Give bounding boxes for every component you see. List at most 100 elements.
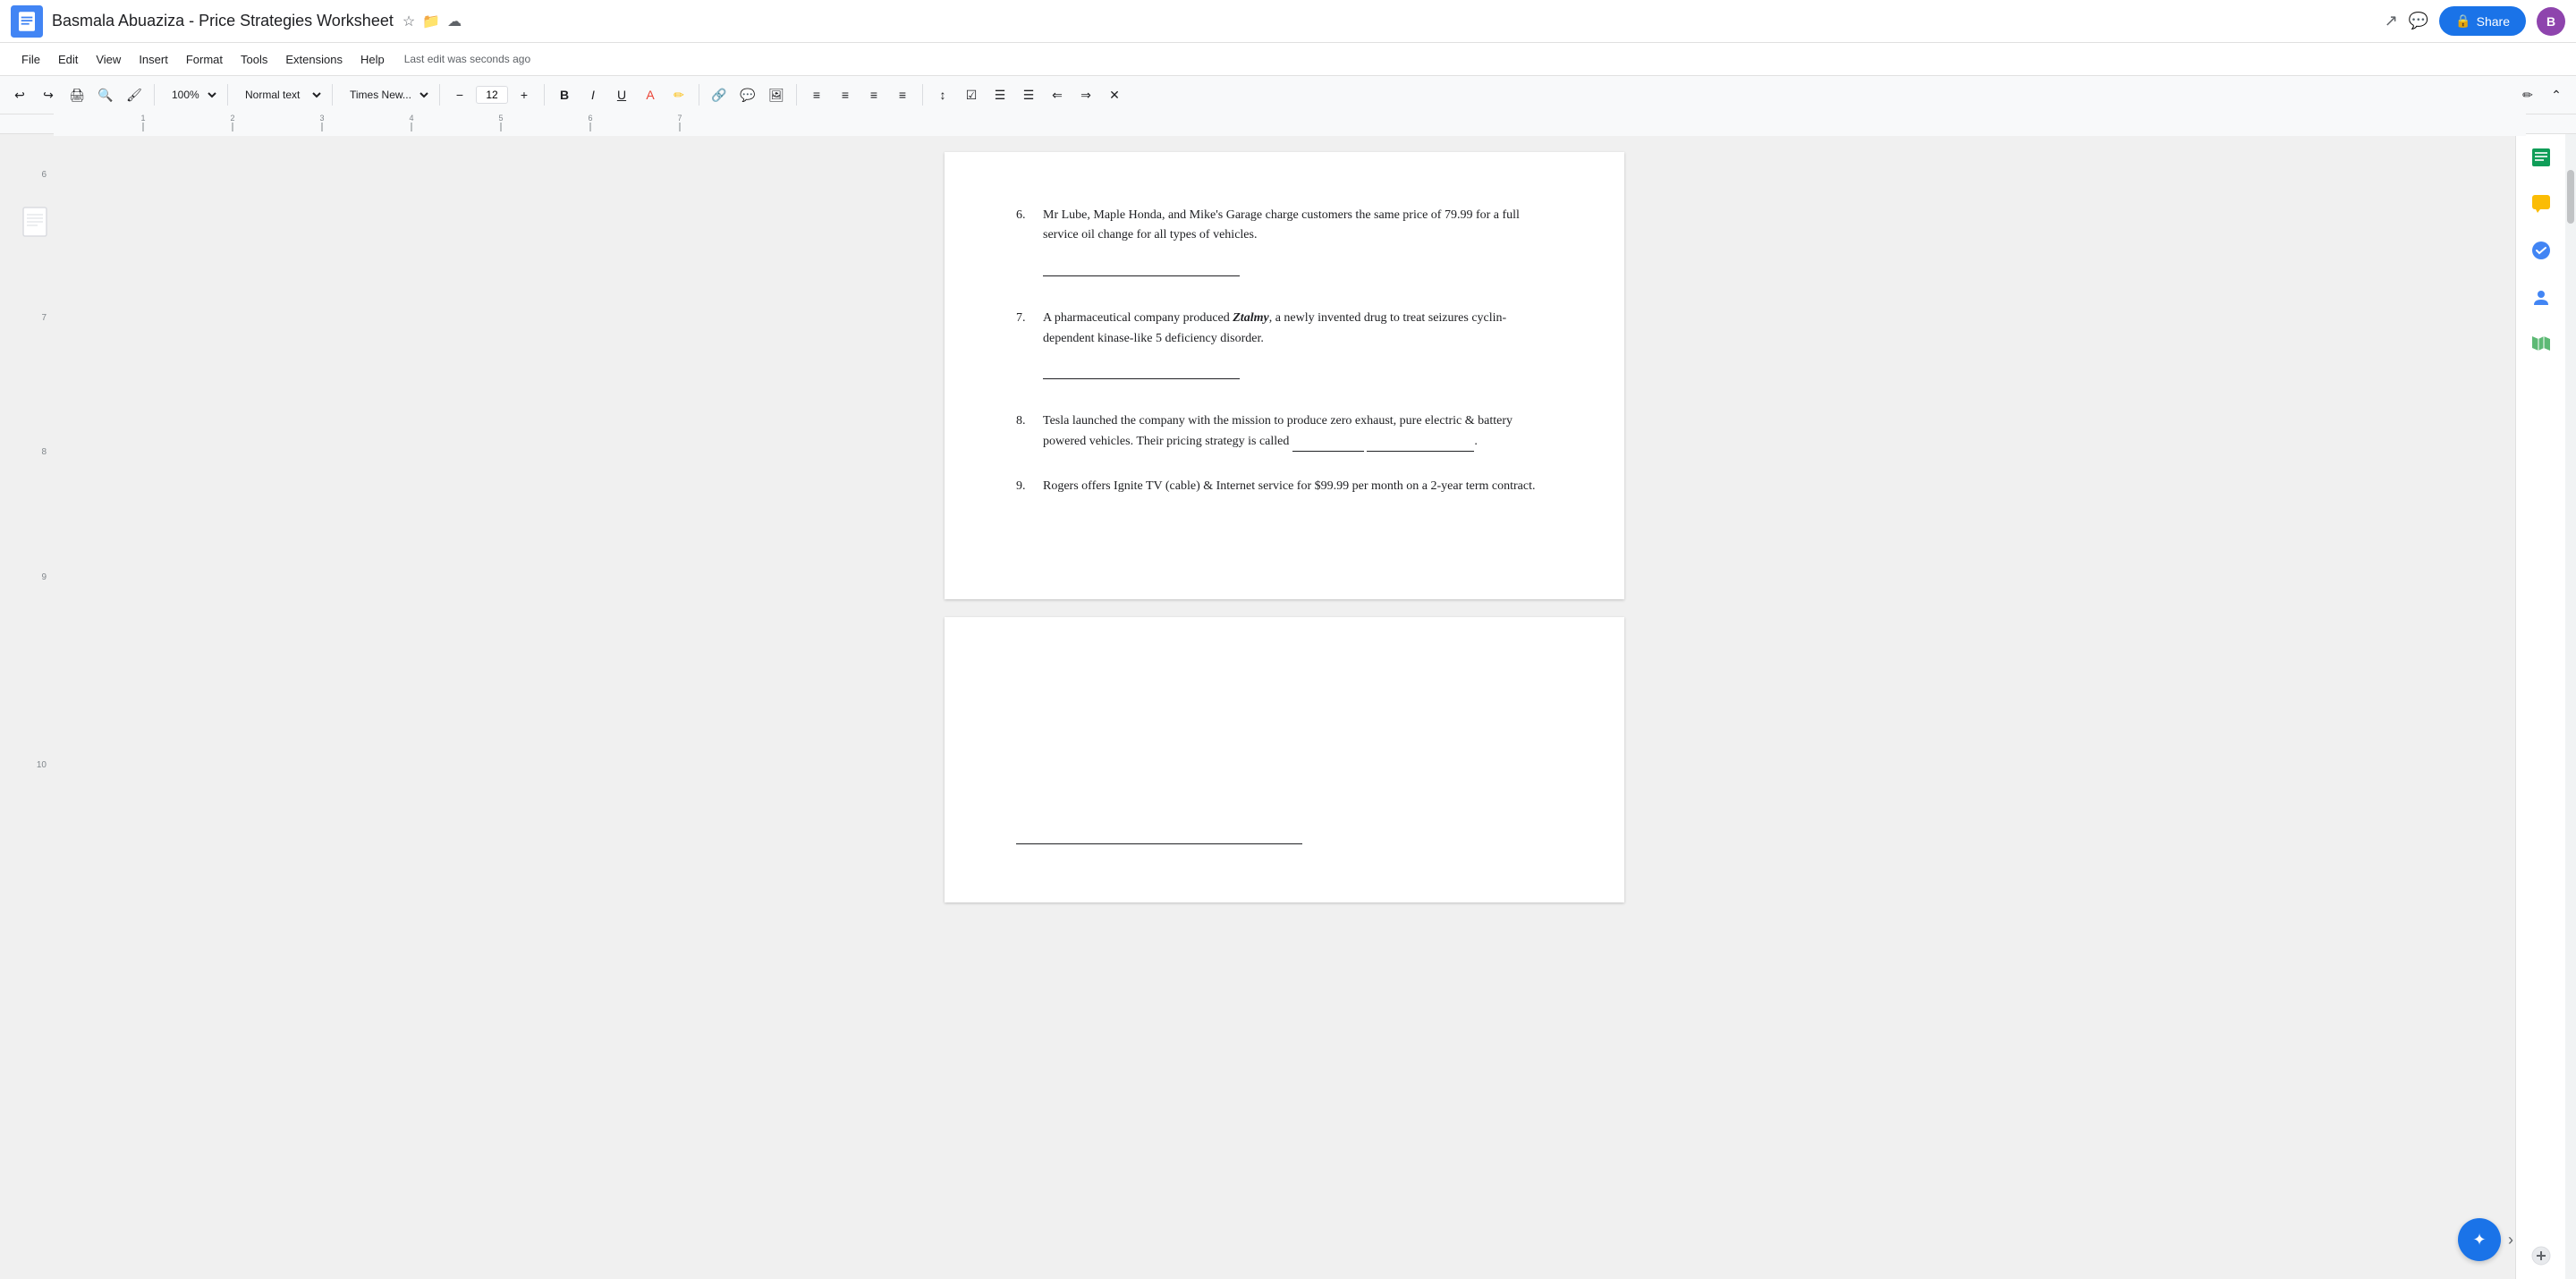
font-size-increase-button[interactable]: + xyxy=(512,82,537,107)
page-marker-7: 7 xyxy=(41,313,47,323)
menu-insert[interactable]: Insert xyxy=(131,49,175,70)
bold-button[interactable]: B xyxy=(552,82,577,107)
separator-8 xyxy=(922,84,923,106)
clear-format-button[interactable]: ✕ xyxy=(1102,82,1127,107)
main-layout: 6 7 8 9 10 6. Mr Lube, Maple Honda, and … xyxy=(0,134,2576,1279)
font-select[interactable]: Times New... Arial xyxy=(340,81,432,108)
page-marker-10: 10 xyxy=(37,760,47,770)
page-marker-8: 8 xyxy=(41,447,47,457)
text-style-select[interactable]: Normal text Heading 1 Heading 2 xyxy=(235,81,325,108)
collapse-toolbar-button[interactable]: ⌃ xyxy=(2544,82,2569,107)
undo-button[interactable]: ↩ xyxy=(7,82,32,107)
separator-7 xyxy=(796,84,797,106)
bottom-right-controls: ✦ › xyxy=(2458,1218,2513,1261)
bullet-list-button[interactable]: ☰ xyxy=(987,82,1013,107)
decrease-indent-button[interactable]: ⇐ xyxy=(1045,82,1070,107)
menu-view[interactable]: View xyxy=(89,49,128,70)
increase-indent-button[interactable]: ⇒ xyxy=(1073,82,1098,107)
answer-line-6 xyxy=(1043,260,1240,276)
list-item: 7. A pharmaceutical company produced Zta… xyxy=(1016,309,1553,386)
svg-text:7: 7 xyxy=(677,114,682,123)
sidebar-chat-icon[interactable] xyxy=(2525,188,2557,220)
list-item: 9. Rogers offers Ignite TV (cable) & Int… xyxy=(1016,477,1553,496)
page-2 xyxy=(945,617,1624,902)
svg-text:3: 3 xyxy=(319,114,324,123)
expand-icon[interactable]: › xyxy=(2508,1231,2513,1249)
menu-format[interactable]: Format xyxy=(179,49,230,70)
underline-button[interactable]: U xyxy=(609,82,634,107)
item-number-9: 9. xyxy=(1016,477,1043,496)
share-button[interactable]: 🔒 Share xyxy=(2439,6,2526,36)
ruler: 1 2 3 4 5 6 7 xyxy=(0,114,2576,134)
menu-file[interactable]: File xyxy=(14,49,47,70)
svg-text:2: 2 xyxy=(230,114,234,123)
comments-icon[interactable]: 💬 xyxy=(2409,12,2428,30)
blank-2 xyxy=(1367,439,1474,452)
menu-help[interactable]: Help xyxy=(353,49,392,70)
menu-tools[interactable]: Tools xyxy=(233,49,275,70)
sidebar-tasks-icon[interactable] xyxy=(2525,234,2557,267)
scrollbar[interactable] xyxy=(2565,134,2576,1279)
zoom-select[interactable]: 100% 75% 150% xyxy=(162,81,220,108)
star-icon[interactable]: ☆ xyxy=(402,13,415,30)
item-number-8: 8. xyxy=(1016,411,1043,452)
title-bar: Basmala Abuaziza - Price Strategies Work… xyxy=(0,0,2576,43)
ruler-left-margin xyxy=(0,114,54,133)
left-margin: 6 7 8 9 10 xyxy=(0,134,54,1279)
app-icon xyxy=(11,5,43,38)
item-content-6: Mr Lube, Maple Honda, and Mike's Garage … xyxy=(1043,206,1553,284)
font-size-decrease-button[interactable]: − xyxy=(447,82,472,107)
right-sidebar xyxy=(2515,134,2565,1279)
item-content-7: A pharmaceutical company produced Ztalmy… xyxy=(1043,309,1553,386)
add-sidebar-icon[interactable] xyxy=(2525,1240,2557,1272)
page-marker-9: 9 xyxy=(41,572,47,582)
sidebar-maps-icon[interactable] xyxy=(2525,327,2557,360)
blank-1 xyxy=(1292,439,1364,452)
checklist-button[interactable]: ☑ xyxy=(959,82,984,107)
spellcheck-button[interactable]: 🔍 xyxy=(93,82,118,107)
align-right-button[interactable]: ≡ xyxy=(861,82,886,107)
menu-bar: File Edit View Insert Format Tools Exten… xyxy=(0,43,2576,75)
align-left-button[interactable]: ≡ xyxy=(804,82,829,107)
align-justify-button[interactable]: ≡ xyxy=(890,82,915,107)
scrollbar-thumb[interactable] xyxy=(2567,170,2574,224)
sidebar-sheets-icon[interactable] xyxy=(2525,141,2557,174)
avatar[interactable]: B xyxy=(2537,7,2565,36)
separator-3 xyxy=(332,84,333,106)
ai-assist-button[interactable]: ✦ xyxy=(2458,1218,2501,1261)
paint-format-button[interactable]: 🖌 xyxy=(122,82,147,107)
font-size-input[interactable] xyxy=(476,86,508,104)
align-center-button[interactable]: ≡ xyxy=(833,82,858,107)
print-button[interactable]: 🖨 xyxy=(64,82,89,107)
item-content-8: Tesla launched the company with the miss… xyxy=(1043,411,1553,452)
answer-line-page2 xyxy=(1016,828,1302,844)
svg-text:6: 6 xyxy=(588,114,592,123)
italic-button[interactable]: I xyxy=(580,82,606,107)
link-button[interactable]: 🔗 xyxy=(707,82,732,107)
item-number-6: 6. xyxy=(1016,206,1043,284)
title-right: ↗ 💬 🔒 Share B xyxy=(2385,6,2565,36)
document-title: Basmala Abuaziza - Price Strategies Work… xyxy=(52,12,394,30)
numbered-list-button[interactable]: ☰ xyxy=(1016,82,1041,107)
page-layout-icon xyxy=(21,206,48,242)
menu-edit[interactable]: Edit xyxy=(51,49,85,70)
folder-icon[interactable]: 📁 xyxy=(422,13,440,30)
separator-1 xyxy=(154,84,155,106)
image-button[interactable]: 🖼 xyxy=(764,82,789,107)
menu-extensions[interactable]: Extensions xyxy=(278,49,350,70)
toolbar: ↩ ↪ 🖨 🔍 🖌 100% 75% 150% Normal text Head… xyxy=(0,75,2576,114)
font-color-button[interactable]: A xyxy=(638,82,663,107)
list-item: 6. Mr Lube, Maple Honda, and Mike's Gara… xyxy=(1016,206,1553,284)
trending-icon[interactable]: ↗ xyxy=(2385,12,2398,30)
line-spacing-button[interactable]: ↕ xyxy=(930,82,955,107)
highlight-button[interactable]: ✏ xyxy=(666,82,691,107)
sidebar-contacts-icon[interactable] xyxy=(2525,281,2557,313)
edit-mode-button[interactable]: ✏ xyxy=(2515,82,2540,107)
answer-line-7 xyxy=(1043,363,1240,379)
comment-button[interactable]: 💬 xyxy=(735,82,760,107)
redo-button[interactable]: ↪ xyxy=(36,82,61,107)
svg-text:1: 1 xyxy=(140,114,145,123)
separator-4 xyxy=(439,84,440,106)
cloud-icon[interactable]: ☁ xyxy=(447,13,462,30)
page-1: 6. Mr Lube, Maple Honda, and Mike's Gara… xyxy=(945,152,1624,599)
